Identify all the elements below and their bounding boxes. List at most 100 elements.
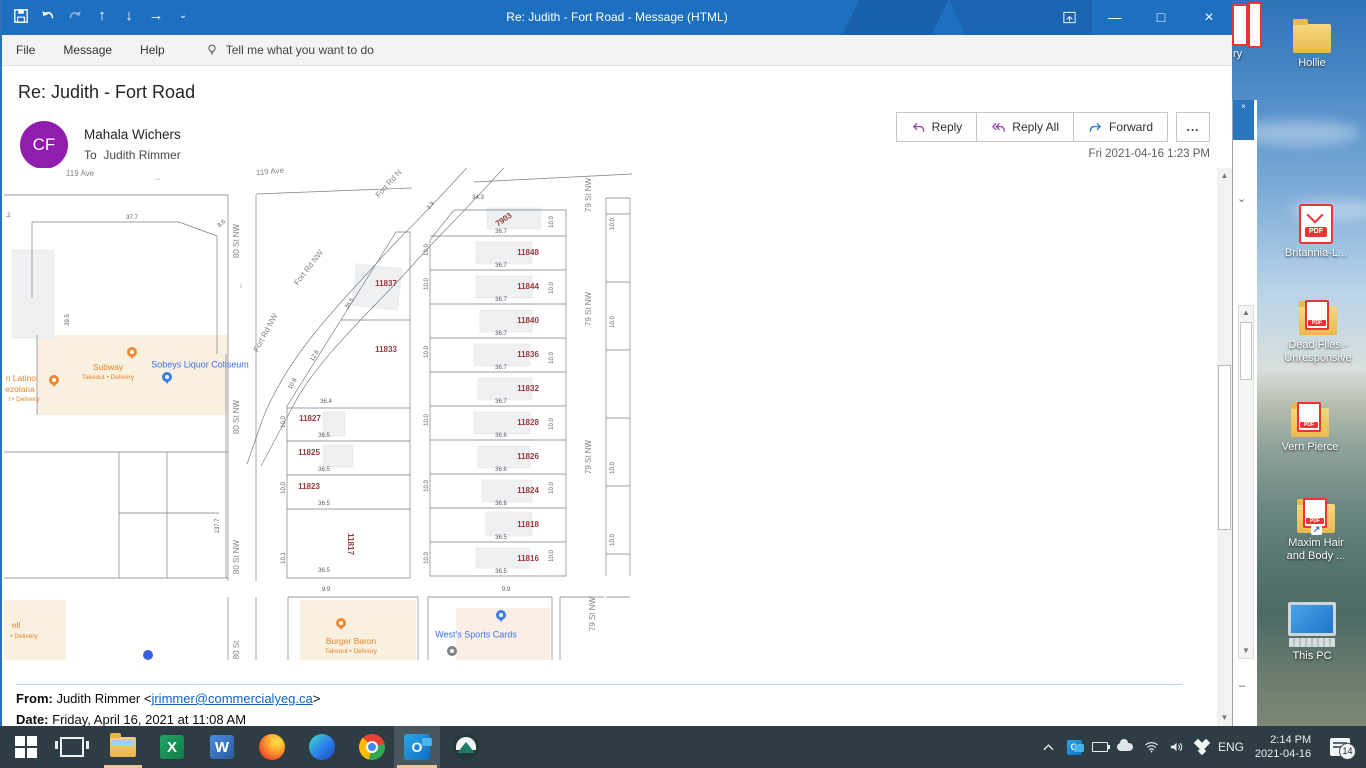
message-scrollbar[interactable]: ▲ ▼ <box>1217 168 1232 726</box>
taskbar-edge[interactable] <box>300 726 344 768</box>
tray-outlook-icon[interactable]: O <box>1062 726 1086 768</box>
map-label: 37.7 <box>126 215 138 221</box>
map-label: 10.0 <box>424 244 430 256</box>
map-label: Sobeys Liquor Coliseum <box>151 361 249 370</box>
tray-action-center[interactable]: 14 <box>1322 726 1358 768</box>
splitter-handle[interactable]: – <box>1239 680 1245 692</box>
tray-onedrive-icon[interactable] <box>1113 726 1137 768</box>
maximize-button[interactable]: □ <box>1138 0 1184 35</box>
sender-name[interactable]: Mahala Wichers <box>84 127 181 142</box>
desktop-icon-vern-pierce[interactable]: Vern Pierce <box>1272 408 1348 454</box>
taskbar-chrome[interactable] <box>350 726 394 768</box>
task-view-button[interactable] <box>50 726 94 768</box>
map-label: 11827 <box>299 415 321 423</box>
map-label: 36.5 <box>495 569 507 575</box>
excel-icon: X <box>160 735 184 759</box>
email-link[interactable]: jrimmer@commercialyeg.ca <box>151 691 312 706</box>
map-label: 79 St NW <box>589 597 597 631</box>
tray-volume-icon[interactable] <box>1164 726 1188 768</box>
chevron-down-icon[interactable]: ⌄ <box>1237 192 1246 205</box>
received-timestamp: Fri 2021-04-16 1:23 PM <box>1089 148 1210 160</box>
ribbon-display-options-button[interactable] <box>1046 0 1092 35</box>
title-bar[interactable]: ↑ ↓ → ⌄ Re: Judith - Fort Road - Message… <box>2 0 1232 35</box>
forward-icon[interactable]: → <box>147 7 165 25</box>
map-label: 9.9 <box>502 587 510 593</box>
taskbar-file-explorer[interactable] <box>101 726 145 768</box>
map-image[interactable]: 119 Ave119 Ave→Fort Rd NFort Rd NWFort R… <box>4 168 632 660</box>
map-label: 36.6 <box>495 433 507 439</box>
map-label: ell <box>12 621 21 630</box>
desktop-icon-this-pc[interactable]: This PC <box>1274 602 1350 663</box>
chevron-up-icon <box>1043 743 1054 751</box>
redo-icon <box>66 7 84 25</box>
scroll-up-icon[interactable]: ▲ <box>1239 306 1253 320</box>
minimize-button[interactable]: — <box>1092 0 1138 35</box>
save-icon[interactable] <box>12 7 30 25</box>
tray-wifi-icon[interactable] <box>1139 726 1163 768</box>
undo-icon[interactable] <box>39 7 57 25</box>
next-item-icon[interactable]: ↓ <box>120 7 138 25</box>
reply-all-button[interactable]: Reply All <box>976 112 1074 142</box>
recipient-name[interactable]: Judith Rimmer <box>103 148 180 162</box>
edge-icon <box>309 734 335 760</box>
desktop-icon-maxim[interactable]: ↗ Maxim Hair and Body ... <box>1278 504 1354 563</box>
close-button[interactable]: × <box>1186 0 1232 35</box>
map-label: 80 St NW <box>233 224 241 258</box>
map-label: 79 St NW <box>585 440 593 474</box>
scroll-thumb[interactable] <box>1218 365 1231 530</box>
map-label: 10.0 <box>281 482 287 494</box>
avatar[interactable]: CF <box>20 121 68 169</box>
this-pc-icon <box>1288 602 1336 636</box>
map-label: West's Sports Cards <box>435 631 517 640</box>
taskbar-excel[interactable]: X <box>150 726 194 768</box>
map-label: 11816 <box>517 555 539 563</box>
tray-clock[interactable]: 2:14 PM 2021-04-16 <box>1248 726 1318 768</box>
more-actions-button[interactable]: ... <box>1176 112 1210 142</box>
map-poi-pin <box>162 372 172 382</box>
word-icon: W <box>210 735 234 759</box>
taskbar-mountain-app[interactable] <box>444 726 488 768</box>
tell-me-box[interactable]: Tell me what you want to do <box>205 42 374 58</box>
taskbar-firefox[interactable] <box>250 726 294 768</box>
tray-show-hidden-icons[interactable] <box>1036 726 1060 768</box>
desktop-icon-hollie[interactable]: Hollie <box>1274 24 1350 70</box>
taskbar-outlook-active[interactable]: O <box>394 726 440 768</box>
tab-message[interactable]: Message <box>49 35 126 65</box>
tray-language[interactable]: ENG <box>1214 726 1248 768</box>
tray-battery-icon[interactable] <box>1088 726 1112 768</box>
customize-qat-icon[interactable]: ⌄ <box>174 7 192 25</box>
notification-icon: 14 <box>1330 738 1350 756</box>
forward-button[interactable]: Forward <box>1073 112 1168 142</box>
reply-button[interactable]: Reply <box>896 112 978 142</box>
background-scrollbar[interactable]: ▲ ▼ <box>1238 305 1254 659</box>
taskbar-word[interactable]: W <box>200 726 244 768</box>
start-button[interactable] <box>4 726 48 768</box>
tray-dropbox-icon[interactable] <box>1190 726 1214 768</box>
previous-item-icon[interactable]: ↑ <box>93 7 111 25</box>
map-label: 80 St NW <box>233 540 241 574</box>
scroll-down-icon[interactable]: ▼ <box>1239 644 1253 658</box>
scroll-down-icon[interactable]: ▼ <box>1217 710 1232 726</box>
tab-help[interactable]: Help <box>126 35 179 65</box>
map-label: 11828 <box>517 419 539 427</box>
map-label: 137.7 <box>215 518 221 533</box>
wifi-icon <box>1144 741 1159 753</box>
desktop-icon-dead-files[interactable]: Dead Files - Unresponsive <box>1280 306 1356 365</box>
map-label: ↓ <box>239 281 244 290</box>
map-poi-pin <box>447 646 457 656</box>
map-label: 10.0 <box>424 552 430 564</box>
this-pc-keyboard <box>1289 638 1335 647</box>
background-window-edge[interactable]: × ⌄ ▲ ▼ – <box>1232 100 1257 726</box>
outlook-message-window: ↑ ↓ → ⌄ Re: Judith - Fort Road - Message… <box>0 0 1232 726</box>
desktop-icon-label: Maxim Hair <box>1278 537 1354 550</box>
map-label: 11844 <box>517 283 539 291</box>
scroll-up-icon[interactable]: ▲ <box>1217 168 1232 184</box>
map-label: 11817 <box>346 533 354 555</box>
desktop-icon-britannia[interactable]: PDF Britannia-L... <box>1278 204 1354 260</box>
map-label: 10.0 <box>610 534 616 546</box>
tab-file[interactable]: File <box>2 35 49 65</box>
map-label: n Latino: <box>6 374 39 383</box>
reply-icon <box>911 120 926 135</box>
email-subject: Re: Judith - Fort Road <box>18 82 195 103</box>
scroll-thumb[interactable] <box>1240 322 1252 380</box>
